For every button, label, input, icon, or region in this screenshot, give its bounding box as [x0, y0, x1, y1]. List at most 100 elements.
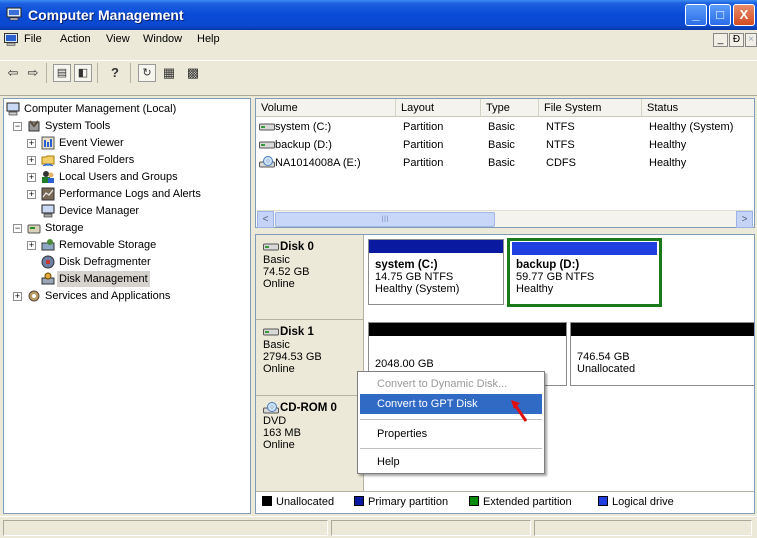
table-row[interactable]: NA1014008A (E:) Partition Basic CDFS Hea…: [256, 155, 754, 171]
users-icon: [42, 171, 54, 183]
logical-drive-bar: [512, 242, 657, 255]
partition-status: Healthy (System): [375, 283, 460, 295]
status-panel-middle: [331, 520, 531, 536]
title-bar[interactable]: Computer Management _ □ X: [0, 0, 757, 30]
table-row[interactable]: system (C:) Partition Basic NTFS Healthy…: [256, 119, 754, 135]
partition-disk1-unallocated-right[interactable]: 746.54 GB Unallocated: [570, 322, 754, 386]
column-header-file-system[interactable]: File System: [539, 99, 642, 117]
partition-legend: Unallocated Primary partition Extended p…: [256, 491, 754, 513]
export-list-icon[interactable]: ▩: [184, 64, 202, 82]
menu-action[interactable]: Action: [60, 33, 91, 45]
menu-item-properties[interactable]: Properties: [360, 424, 542, 444]
partition-title: backup (D:): [516, 259, 580, 271]
close-button[interactable]: X: [733, 4, 755, 26]
volume-cell: system (C:): [259, 119, 331, 135]
red-arrow-annotation: [511, 400, 528, 422]
event-viewer-icon: [41, 136, 55, 150]
tree-label: Services and Applications: [45, 290, 171, 302]
file-system-cell: CDFS: [546, 157, 576, 169]
maximize-button[interactable]: □: [709, 4, 731, 26]
legend-swatch: [262, 496, 272, 506]
volume-list-header: Volume Layout Type File System Status: [256, 99, 754, 117]
scroll-right-button[interactable]: >: [736, 211, 753, 228]
mdi-close-button[interactable]: ×: [745, 33, 757, 47]
file-system-cell: NTFS: [546, 121, 575, 133]
disk-icon: [263, 328, 279, 336]
scroll-thumb[interactable]: III: [275, 212, 495, 227]
help-icon[interactable]: ?: [106, 64, 124, 82]
disk-info-1[interactable]: Disk 1 Basic 2794.53 GB Online: [256, 319, 364, 395]
expand-icon[interactable]: +: [27, 241, 36, 250]
hard-drive-icon: [259, 123, 275, 131]
expand-icon[interactable]: +: [27, 139, 36, 148]
legend-label: Extended partition: [483, 496, 572, 508]
tree-label: Shared Folders: [59, 154, 135, 166]
column-header-volume[interactable]: Volume: [256, 99, 396, 117]
partition-title: system (C:): [375, 259, 438, 271]
mdi-minimize-button[interactable]: _: [713, 33, 728, 47]
disk-kind: Basic: [263, 339, 290, 351]
legend-swatch: [598, 496, 608, 506]
toolbar-separator-line: [0, 60, 757, 61]
collapse-icon[interactable]: −: [13, 224, 22, 233]
legend-label: Primary partition: [368, 496, 449, 508]
primary-partition-bar: [369, 240, 503, 253]
unallocated-bar: [571, 323, 754, 336]
volume-name: backup (D:): [275, 139, 332, 151]
disk-name: Disk 0: [280, 241, 314, 253]
menu-item-convert-to-dynamic[interactable]: Convert to Dynamic Disk...: [360, 374, 542, 394]
column-header-type[interactable]: Type: [481, 99, 539, 117]
column-header-layout[interactable]: Layout: [396, 99, 481, 117]
menu-bar: File Action View Window Help _ Ɖ ×: [0, 30, 757, 50]
volume-name: system (C:): [275, 121, 332, 133]
cd-drive-icon: [259, 156, 275, 168]
expand-icon[interactable]: +: [27, 173, 36, 182]
legend-swatch: [469, 496, 479, 506]
partition-text: system (C:) 14.75 GB NTFS Healthy (Syste…: [375, 259, 459, 295]
volume-name: NA1014008A (E:): [275, 157, 361, 169]
disk-size: 2794.53 GB: [263, 351, 322, 363]
tree-label: Disk Management: [57, 271, 150, 287]
status-cell: Healthy: [649, 157, 687, 169]
layout-cell: Partition: [403, 139, 444, 151]
disk-info-cdrom[interactable]: CD-ROM 0 DVD 163 MB Online: [256, 395, 364, 491]
menu-help[interactable]: Help: [197, 33, 220, 45]
performance-logs-icon: [41, 187, 55, 201]
legend-swatch: [354, 496, 364, 506]
disk-info-0[interactable]: Disk 0 Basic 74.52 GB Online: [256, 235, 364, 319]
mmc-document-icon[interactable]: [4, 33, 18, 46]
column-header-status[interactable]: Status: [642, 99, 754, 117]
partition-backup[interactable]: backup (D:) 59.77 GB NTFS Healthy: [507, 238, 662, 307]
menu-file[interactable]: File: [24, 33, 42, 45]
file-system-cell: NTFS: [546, 139, 575, 151]
layout-cell: Partition: [403, 157, 444, 169]
forward-arrow-icon[interactable]: ⇨: [24, 64, 42, 82]
expand-icon[interactable]: +: [27, 190, 36, 199]
toolbar: ⇦ ⇨ ▤ ◧ ? ↻ ▦ ▩: [0, 50, 757, 96]
horizontal-scrollbar[interactable]: < III >: [257, 210, 753, 228]
menu-item-help[interactable]: Help: [360, 452, 542, 472]
properties-icon[interactable]: ▦: [160, 64, 178, 82]
hard-drive-icon: [259, 141, 275, 149]
menu-window[interactable]: Window: [143, 33, 182, 45]
expand-icon[interactable]: +: [27, 156, 36, 165]
computer-icon: [6, 102, 20, 116]
tree-label: System Tools: [45, 120, 111, 132]
up-folder-icon[interactable]: ▤: [53, 64, 71, 82]
disk-management-icon: [41, 272, 55, 285]
minimize-button[interactable]: _: [685, 4, 707, 26]
expand-icon[interactable]: +: [13, 292, 22, 301]
mdi-restore-button[interactable]: Ɖ: [729, 33, 744, 47]
show-hide-tree-icon[interactable]: ◧: [74, 64, 92, 82]
back-arrow-icon[interactable]: ⇦: [4, 64, 22, 82]
collapse-icon[interactable]: −: [13, 122, 22, 131]
scroll-left-button[interactable]: <: [257, 211, 274, 228]
status-panel-right: [534, 520, 752, 536]
volume-cell: NA1014008A (E:): [259, 155, 361, 171]
disk-name: Disk 1: [280, 326, 314, 338]
table-row[interactable]: backup (D:) Partition Basic NTFS Healthy: [256, 137, 754, 153]
partition-system[interactable]: system (C:) 14.75 GB NTFS Healthy (Syste…: [368, 239, 504, 305]
refresh-icon[interactable]: ↻: [138, 64, 156, 82]
partition-status: Healthy: [516, 283, 554, 295]
menu-view[interactable]: View: [106, 33, 130, 45]
